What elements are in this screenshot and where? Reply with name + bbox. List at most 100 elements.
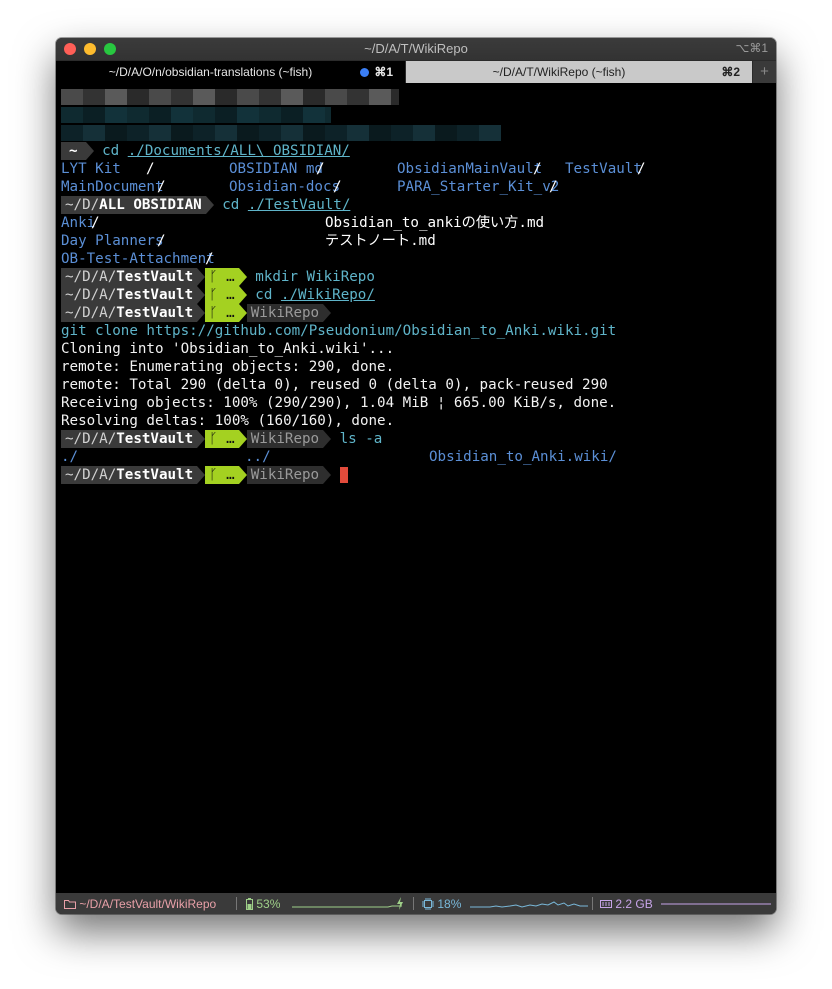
new-tab-button[interactable]: + [753, 61, 776, 83]
ls-row: OB-Test-Attachment / [61, 251, 215, 267]
cpu-icon [422, 898, 434, 910]
ls-row: ./ ../ Obsidian_to_Anki.wiki/ [61, 448, 771, 466]
ls-row: LYT Kit / OBSIDIAN md / ObsidianMainVault / Te… [61, 161, 646, 177]
dir-entry: Day Planners [61, 233, 164, 249]
folder-icon [64, 900, 76, 909]
prompt-directory: ~/D/A/TestVault [61, 286, 198, 304]
terminal-output[interactable]: ~ cd ./Documents/ALL\ OBSIDIAN/ LYT Kit /… [61, 88, 771, 484]
command: git clone [61, 323, 138, 339]
prompt-arrow-icon [323, 430, 332, 448]
prompt-arrow-icon [238, 304, 247, 322]
dir-entry: Obsidian-docs [229, 179, 341, 195]
output-line: Receiving objects: 100% (290/290), 1.04 … [61, 395, 617, 411]
title-bar[interactable]: ~/D/A/T/WikiRepo ⌥⌘1 [56, 38, 776, 60]
window-shortcut: ⌥⌘1 [735, 41, 768, 55]
status-divider [413, 897, 414, 910]
prompt-arrow-icon [238, 268, 247, 286]
ls-row: Day Planners / テストノート.md [61, 233, 436, 249]
cpu-graph [470, 901, 588, 908]
status-memory: 2.2 GB [600, 897, 653, 911]
prompt-line: ~/D/A/TestVault ᚴ … mkdir WikiRepo [61, 268, 771, 286]
repo-segment: WikiRepo [246, 304, 324, 322]
prompt-directory: ~/D/A/TestVault [61, 466, 198, 484]
prompt-line: ~/D/ALL OBSIDIAN cd ./TestVault/ [61, 196, 771, 214]
git-branch-segment: ᚴ … [205, 268, 239, 286]
prompt-arrow-icon [197, 286, 206, 304]
prompt-directory: ~/D/A/TestVault [61, 304, 198, 322]
status-cpu: 18% [422, 897, 461, 911]
tab-label: ~/D/A/T/WikiRepo (~fish) [492, 65, 626, 79]
prompt-arrow-icon [238, 286, 247, 304]
output-line: remote: Total 290 (delta 0), reused 0 (d… [61, 377, 608, 393]
tab-obsidian-translations[interactable]: ~/D/A/O/n/obsidian-translations (~fish) … [56, 61, 405, 83]
status-divider [236, 897, 237, 910]
dir-entry: Obsidian_to_Anki.wiki/ [429, 449, 617, 465]
prompt-line: ~/D/A/TestVault ᚴ … WikiRepo [61, 466, 771, 484]
prompt-arrow-icon [323, 466, 332, 484]
command-line: git clone https://github.com/Pseudonium/… [61, 322, 771, 340]
dir-entry: OB-Test-Attachment [61, 251, 215, 267]
command-argument: https://github.com/Pseudonium/Obsidian_t… [146, 323, 617, 339]
tab-wikirepo[interactable]: ~/D/A/T/WikiRepo (~fish) ⌘2 [406, 61, 752, 83]
memory-icon [600, 900, 612, 908]
tab-label: ~/D/A/O/n/obsidian-translations (~fish) [108, 65, 313, 79]
prompt-arrow-icon [197, 466, 206, 484]
repo-segment: WikiRepo [246, 466, 324, 484]
dir-entry: PARA_Starter_Kit_v2 [397, 179, 560, 195]
file-entry: テストノート.md [325, 233, 436, 249]
prompt-line: ~/D/A/TestVault ᚴ … cd ./WikiRepo/ [61, 286, 771, 304]
output-line: remote: Enumerating objects: 290, done. [61, 359, 395, 375]
git-branch-segment: ᚴ … [205, 304, 239, 322]
prompt-arrow-icon [197, 268, 206, 286]
status-battery: 53% [246, 897, 280, 911]
tab-shortcut: ⌘2 [721, 65, 740, 79]
prompt-directory: ~/D/ALL OBSIDIAN [61, 196, 206, 214]
activity-dot-icon [360, 68, 369, 77]
command-argument: WikiRepo [306, 269, 375, 285]
file-entry: Obsidian_to_ankiの使い方.md [325, 215, 545, 231]
redacted-line [61, 106, 771, 124]
command: cd [255, 287, 273, 303]
dir-entry: ObsidianMainVault [397, 161, 543, 177]
dir-entry: MainDocument [61, 179, 164, 195]
battery-graph [292, 905, 402, 908]
ls-row: Anki / Obsidian_to_ankiの使い方.md [61, 215, 545, 231]
dir-entry: OBSIDIAN md [229, 161, 323, 177]
dir-entry: TestVault [565, 161, 642, 177]
prompt-arrow-icon [85, 142, 94, 160]
command-argument: ./TestVault/ [247, 197, 351, 213]
prompt-arrow-icon [238, 430, 247, 448]
output-line: Resolving deltas: 100% (160/160), done. [61, 413, 395, 429]
tab-shortcut: ⌘1 [374, 65, 393, 79]
prompt-line: ~/D/A/TestVault ᚴ … WikiRepo ls -a [61, 430, 771, 448]
repo-segment: WikiRepo [246, 430, 324, 448]
command-argument: ./WikiRepo/ [280, 287, 375, 303]
prompt-line: ~ cd ./Documents/ALL\ OBSIDIAN/ [61, 142, 771, 160]
git-branch-segment: ᚴ … [205, 430, 239, 448]
prompt-arrow-icon [197, 430, 206, 448]
prompt-line: ~/D/A/TestVault ᚴ … WikiRepo [61, 304, 771, 322]
redacted-line [61, 88, 771, 106]
prompt-arrow-icon [323, 304, 332, 322]
prompt-arrow-icon [205, 196, 214, 214]
ls-row: MainDocument / Obsidian-docs / PARA_Starter_… [61, 179, 560, 195]
prompt-directory: ~/D/A/TestVault [61, 430, 198, 448]
command: cd [222, 197, 240, 213]
prompt-arrow-icon [238, 466, 247, 484]
text-cursor[interactable] [339, 467, 348, 483]
charging-bolt-icon [397, 897, 403, 910]
command: cd [102, 143, 120, 159]
dir-entry: ../ [245, 449, 271, 465]
tab-bar: ~/D/A/O/n/obsidian-translations (~fish) … [56, 60, 776, 83]
terminal-window: ~/D/A/T/WikiRepo ⌥⌘1 ~/D/A/O/n/obsidian-… [56, 38, 776, 914]
status-path[interactable]: ~/D/A/TestVault/WikiRepo [64, 897, 216, 911]
status-divider [592, 897, 593, 910]
output-line: Cloning into 'Obsidian_to_Anki.wiki'... [61, 341, 395, 357]
window-title: ~/D/A/T/WikiRepo [364, 41, 468, 56]
redacted-line [61, 124, 771, 142]
memory-graph [661, 903, 771, 905]
command: mkdir [255, 269, 298, 285]
git-branch-segment: ᚴ … [205, 286, 239, 304]
prompt-arrow-icon [197, 304, 206, 322]
dir-entry: LYT Kit [61, 161, 121, 177]
